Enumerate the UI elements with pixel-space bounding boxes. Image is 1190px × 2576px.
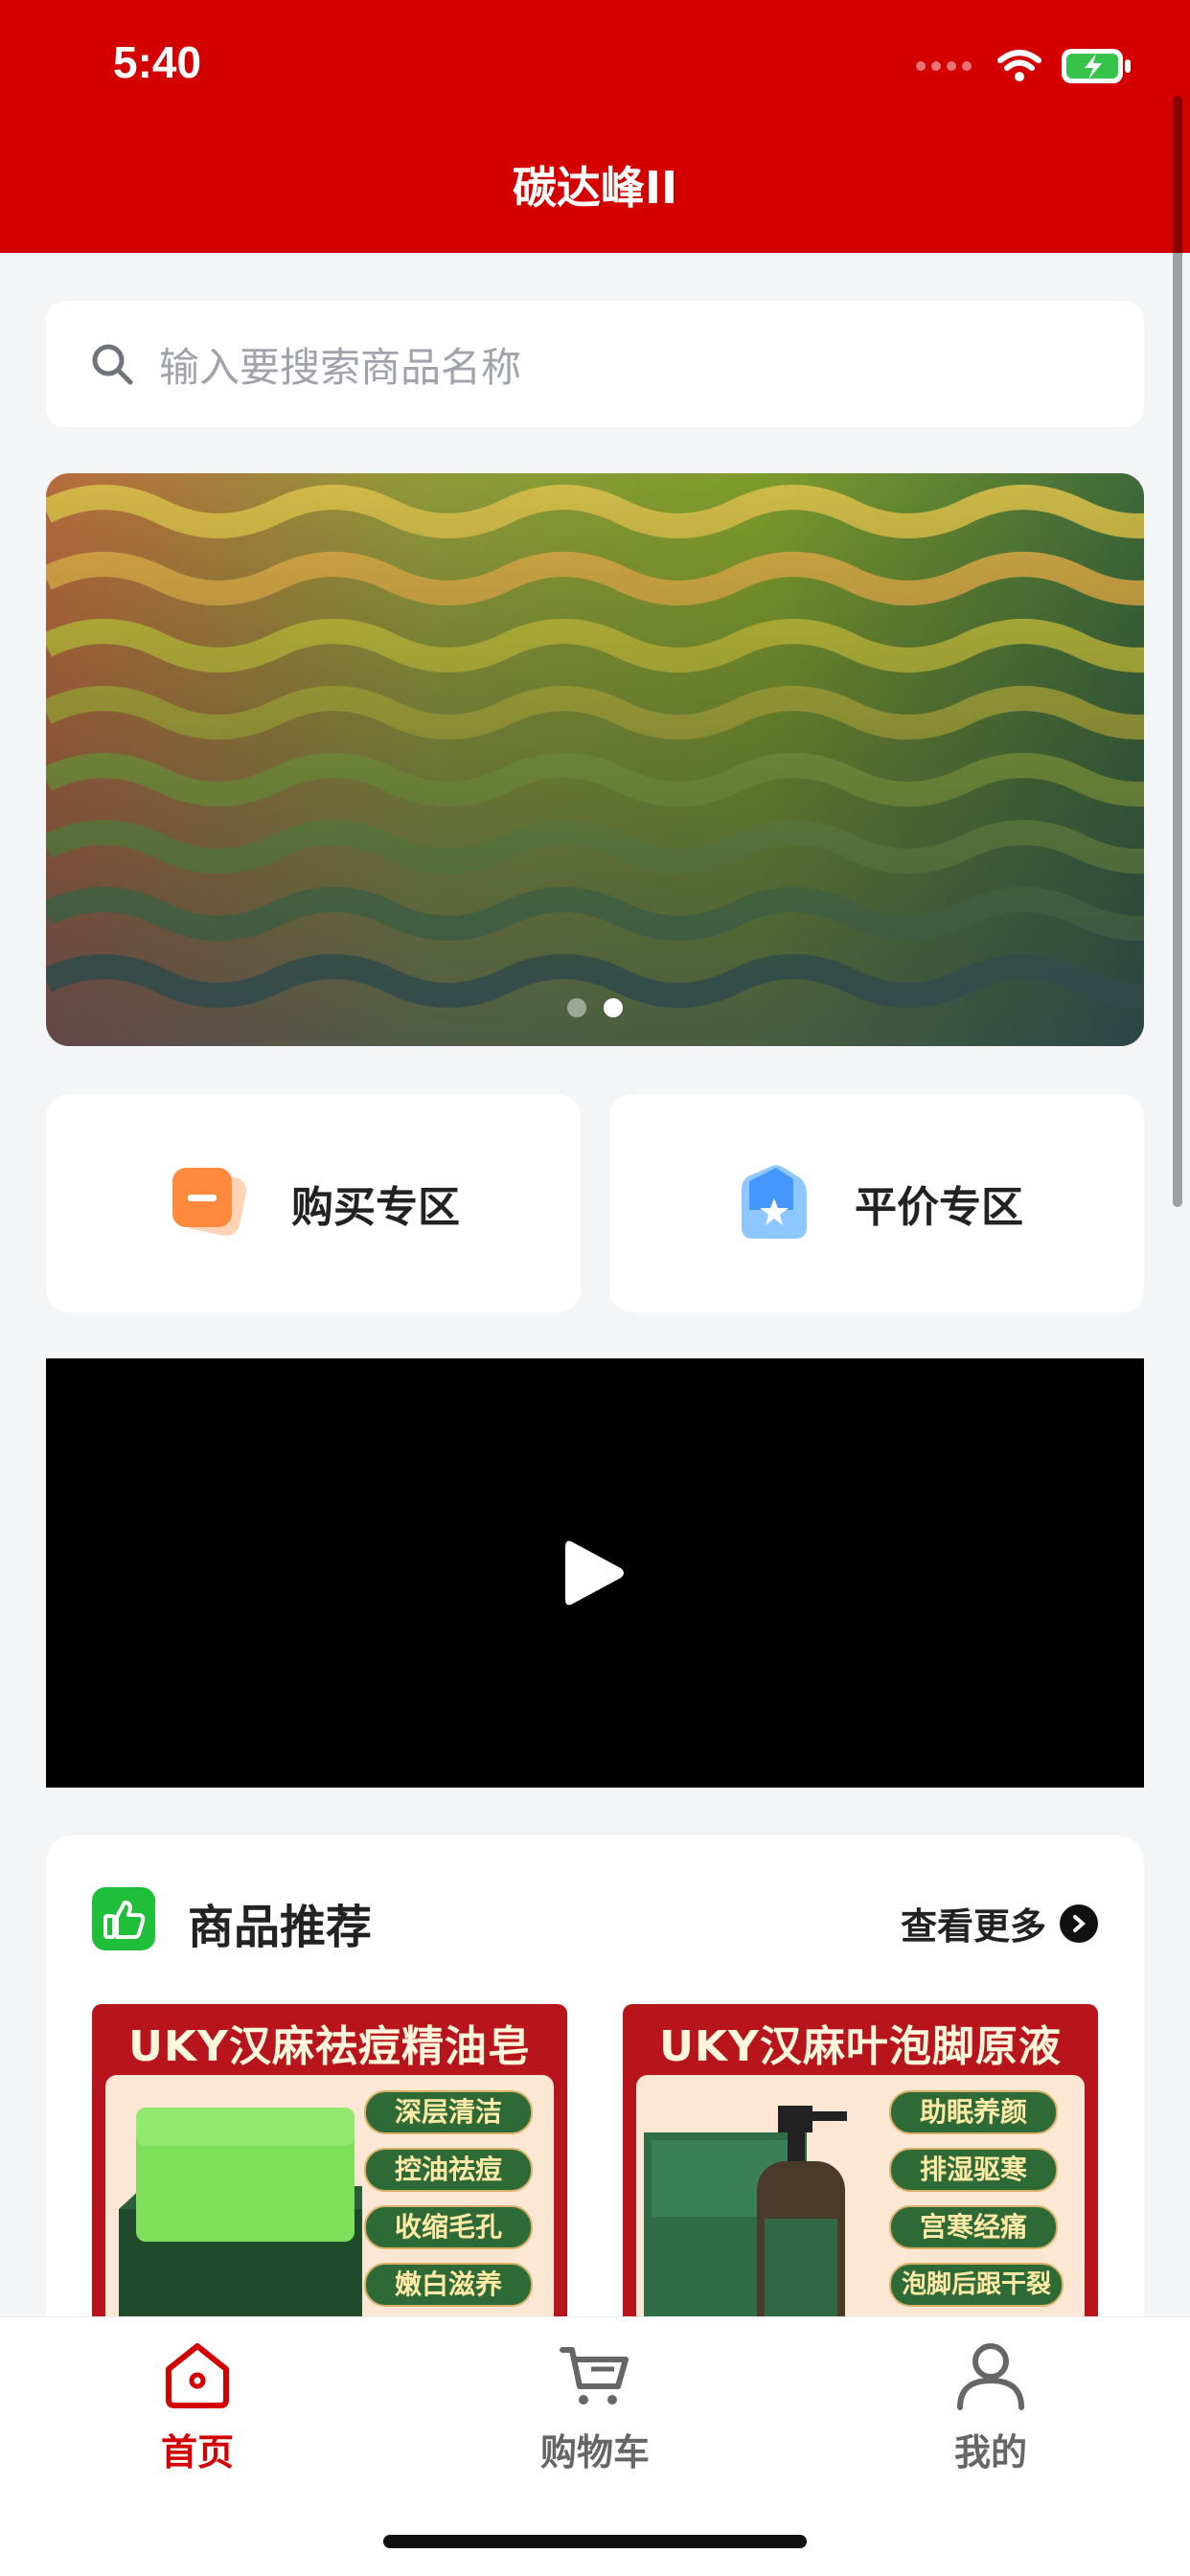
tab-home[interactable]: 首页 [102, 2337, 293, 2475]
tab-cart[interactable]: 购物车 [499, 2337, 691, 2475]
battery-icon [1062, 49, 1131, 83]
banner-image [46, 473, 1144, 1046]
product-title: UKY汉麻叶泡脚原液 [659, 2022, 1062, 2071]
home-indicator [383, 2535, 807, 2548]
search-icon [92, 344, 133, 385]
app-header: 5:40 碳达峰II [0, 0, 1190, 253]
product-tag: 控油祛痘 [364, 2148, 533, 2192]
carousel-dot[interactable] [567, 998, 586, 1017]
product-tag: 排湿驱寒 [889, 2148, 1058, 2192]
status-icons [916, 46, 1133, 86]
chevron-right-icon [1060, 1904, 1098, 1943]
home-icon [166, 2343, 229, 2408]
product-tag: 宫寒经痛 [889, 2205, 1058, 2249]
tab-profile-label: 我的 [953, 2431, 1027, 2473]
star-badge-icon [742, 1165, 807, 1239]
product-title: UKY汉麻祛痘精油皂 [128, 2022, 531, 2071]
video-player[interactable] [46, 1358, 1144, 1788]
search-input[interactable]: 输入要搜索商品名称 [159, 335, 521, 394]
product-tag: 收缩毛孔 [364, 2205, 533, 2249]
view-more-label: 查看更多 [900, 1905, 1046, 1948]
product-tags: 助眠养颜 排湿驱寒 宫寒经痛 泡脚后跟干裂 [889, 2090, 1064, 2307]
zone-value-label: 平价专区 [855, 1183, 1023, 1232]
search-bar[interactable]: 输入要搜索商品名称 [46, 301, 1144, 427]
status-time: 5:40 [113, 37, 202, 87]
product-tag: 深层清洁 [364, 2090, 533, 2134]
carousel-dot-active[interactable] [604, 998, 623, 1017]
zone-value[interactable]: 平价专区 [609, 1094, 1144, 1312]
play-icon[interactable] [561, 1536, 629, 1610]
recommend-title: 商品推荐 [188, 1901, 373, 1954]
tab-cart-label: 购物车 [539, 2431, 650, 2473]
tag-icon [172, 1168, 247, 1237]
user-icon [957, 2343, 1024, 2410]
cart-icon [560, 2347, 629, 2405]
product-tag: 嫩白滋养 [364, 2263, 533, 2307]
carousel-indicator [46, 998, 1144, 1017]
tab-profile[interactable]: 我的 [895, 2337, 1087, 2475]
zone-buy-label: 购买专区 [291, 1183, 460, 1232]
view-more-link[interactable]: 查看更多 [901, 1897, 1098, 1949]
product-tag: 泡脚后跟干裂 [889, 2263, 1064, 2307]
tab-home-label: 首页 [160, 2431, 234, 2473]
wifi-icon [997, 50, 1041, 81]
signal-icon [916, 61, 972, 71]
product-tags: 深层清洁 控油祛痘 收缩毛孔 嫩白滋养 [364, 2090, 533, 2307]
scrollbar[interactable] [1173, 96, 1182, 1207]
banner-carousel[interactable] [46, 473, 1144, 1046]
soap-icon [119, 2108, 362, 2353]
product-tag: 助眠养颜 [889, 2090, 1058, 2134]
zone-buy[interactable]: 购买专区 [46, 1094, 581, 1312]
thumbs-up-icon [92, 1887, 155, 1950]
page-title: 碳达峰II [512, 162, 678, 214]
